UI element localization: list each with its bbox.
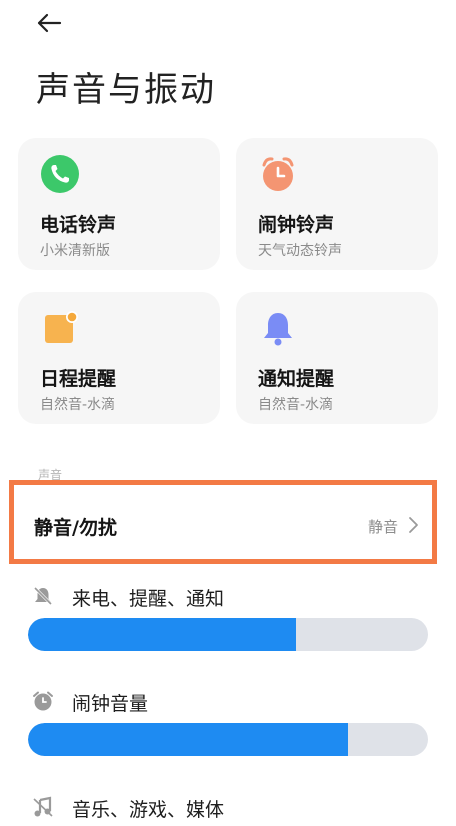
phone-icon	[41, 155, 79, 193]
alarm-icon	[33, 691, 53, 711]
silent-dnd-row[interactable]: 静音/勿扰 静音	[9, 480, 437, 564]
bell-icon	[264, 313, 292, 346]
bell-off-icon	[33, 586, 53, 606]
alarm-volume-slider[interactable]	[28, 723, 428, 756]
ring-volume-slider[interactable]	[28, 618, 428, 651]
card-title: 日程提醒	[40, 368, 117, 390]
silent-dnd-value: 静音	[367, 518, 398, 536]
card-subtitle: 自然音-水滴	[40, 397, 116, 413]
slider-fill	[28, 618, 296, 651]
slider-fill	[28, 723, 348, 756]
card-title: 电话铃声	[40, 214, 117, 236]
notification-reminder-card[interactable]: 通知提醒 自然音-水滴	[236, 292, 438, 424]
card-title: 通知提醒	[258, 368, 335, 390]
card-title: 闹钟铃声	[258, 214, 335, 236]
silent-dnd-label: 静音/勿扰	[34, 517, 117, 539]
calendar-icon	[45, 311, 78, 343]
schedule-reminder-card[interactable]: 日程提醒 自然音-水滴	[18, 292, 220, 424]
page-title: 声音与振动	[36, 70, 216, 110]
ringtone-card[interactable]: 电话铃声 小米清新版	[18, 138, 220, 270]
music-icon	[33, 796, 53, 817]
chevron-right-icon	[409, 517, 418, 533]
card-subtitle: 小米清新版	[40, 243, 110, 259]
alarm-volume-label: 闹钟音量	[72, 693, 149, 715]
arrow-left-icon	[37, 13, 62, 33]
alarm-ringtone-card[interactable]: 闹钟铃声 天气动态铃声	[236, 138, 438, 270]
back-button[interactable]	[36, 8, 66, 38]
alarm-clock-icon	[262, 157, 294, 191]
card-subtitle: 自然音-水滴	[258, 397, 334, 413]
card-subtitle: 天气动态铃声	[258, 243, 342, 259]
ring-volume-label: 来电、提醒、通知	[72, 588, 225, 610]
media-volume-label: 音乐、游戏、媒体	[72, 799, 225, 821]
